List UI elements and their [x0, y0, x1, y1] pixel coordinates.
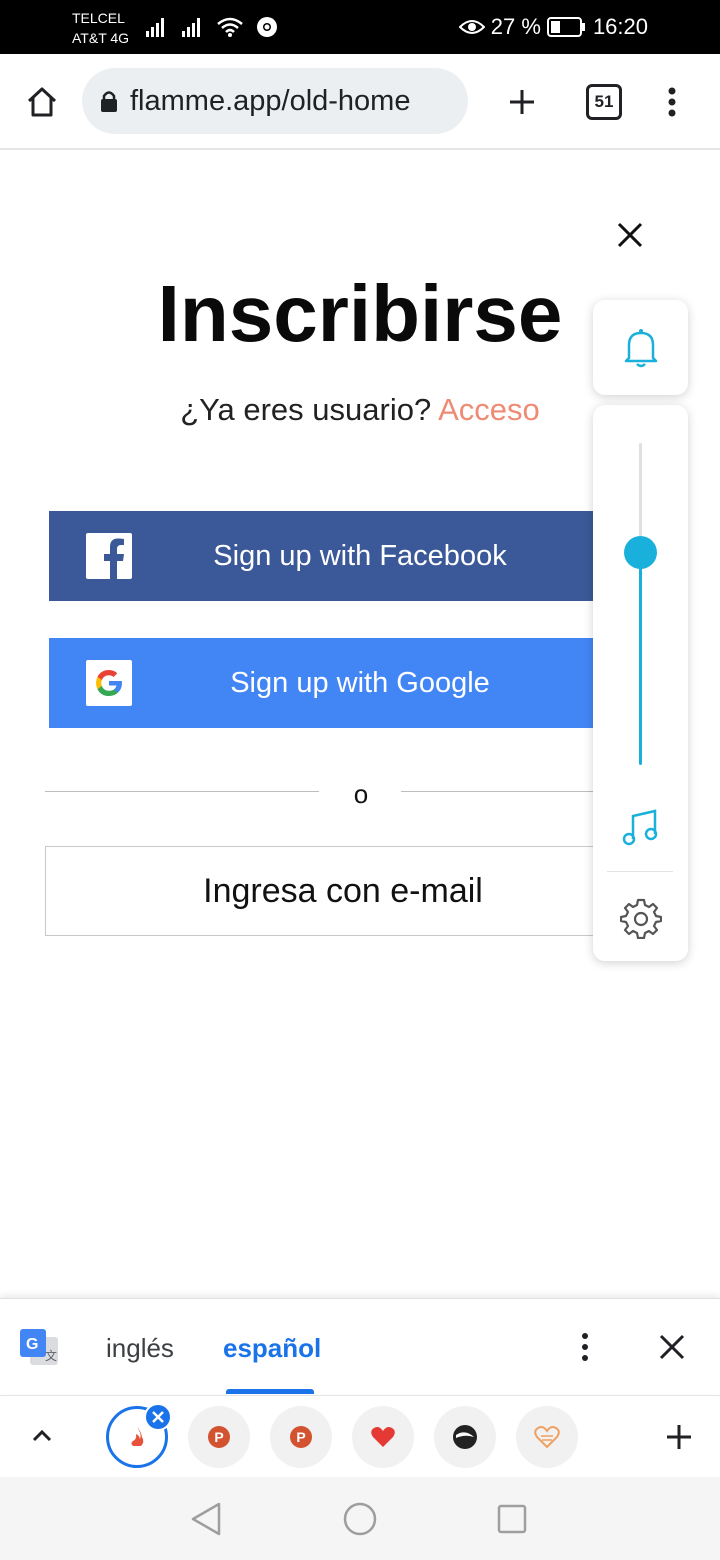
translate-bar: G文 inglés español — [0, 1298, 720, 1394]
new-tab-button[interactable] — [500, 80, 544, 124]
translate-menu-button[interactable] — [570, 1329, 600, 1365]
expand-tabs-button[interactable] — [26, 1420, 58, 1452]
close-icon — [152, 1411, 164, 1423]
p-favicon-icon: P — [208, 1426, 230, 1448]
browser-toolbar: flamme.app/old-home 51 — [0, 54, 720, 150]
login-link[interactable]: Acceso — [438, 392, 540, 427]
recents-square-icon — [497, 1504, 527, 1534]
p-favicon-icon: P — [290, 1426, 312, 1448]
heart-icon — [371, 1427, 395, 1447]
email-signup-button[interactable]: Ingresa con e-mail — [45, 846, 609, 936]
chrome-icon — [257, 17, 277, 37]
tab-strip: P P — [0, 1395, 720, 1477]
panel-separator — [607, 871, 673, 872]
status-right: 27 % 16:20 — [458, 12, 648, 42]
recents-button[interactable] — [492, 1499, 532, 1539]
plus-icon — [667, 1425, 691, 1449]
close-tab-button[interactable] — [144, 1403, 172, 1431]
close-signup-button[interactable] — [610, 215, 650, 255]
svg-text:文: 文 — [45, 1348, 57, 1363]
gear-icon[interactable] — [620, 897, 662, 939]
lock-icon — [101, 91, 117, 112]
volume-slider-fill — [639, 552, 642, 765]
google-icon — [86, 660, 132, 706]
home-icon — [27, 87, 57, 117]
battery-icon — [546, 17, 585, 37]
or-text: o — [353, 779, 369, 809]
existing-user-text: ¿Ya eres usuario? — [180, 392, 432, 427]
clock: 16:20 — [592, 14, 648, 39]
tab-item[interactable] — [434, 1406, 496, 1468]
eye-comfort-icon — [458, 20, 485, 34]
svg-text:G: G — [26, 1336, 38, 1353]
carrier-name-1: TELCEL — [72, 10, 125, 26]
home-nav-button[interactable] — [340, 1499, 380, 1539]
google-signup-label: Sign up with Google — [230, 666, 490, 699]
carrier-name-2: AT&T 4G — [72, 30, 130, 46]
home-circle-icon — [343, 1502, 377, 1536]
ringer-mode-button[interactable] — [593, 300, 688, 395]
url-text: flamme.app/old-home — [130, 84, 411, 117]
more-vert-icon — [582, 1333, 588, 1361]
back-triangle-icon — [191, 1502, 221, 1536]
signal-icon — [146, 18, 164, 37]
wifi-icon — [217, 17, 243, 37]
facebook-signup-button[interactable]: Sign up with Facebook — [49, 511, 609, 601]
dark-circle-favicon-icon — [453, 1425, 477, 1449]
bell-icon — [624, 328, 657, 367]
close-translate-button[interactable] — [654, 1329, 690, 1365]
divider-line-left — [45, 791, 319, 792]
heart-outline-favicon-icon — [534, 1426, 560, 1449]
plus-icon — [510, 90, 534, 114]
tab-switcher-button[interactable]: 51 — [586, 84, 622, 120]
chevron-up-icon — [32, 1429, 52, 1442]
address-bar[interactable]: flamme.app/old-home — [82, 68, 468, 134]
carrier-info: TELCEL AT&T 4G — [72, 8, 129, 48]
battery-percent: 27 % — [490, 14, 541, 39]
signal-icon — [182, 18, 200, 37]
close-icon — [659, 1334, 685, 1360]
divider-line-right — [401, 791, 609, 792]
google-signup-button[interactable]: Sign up with Google — [49, 638, 609, 728]
status-icons — [144, 14, 278, 40]
source-language-tab[interactable]: inglés — [106, 1333, 174, 1363]
home-button[interactable] — [20, 80, 64, 124]
back-button[interactable] — [186, 1499, 226, 1539]
tab-item[interactable]: P — [270, 1406, 332, 1468]
close-icon — [617, 222, 643, 248]
tab-item[interactable] — [352, 1406, 414, 1468]
screen: TELCEL AT&T 4G 27 % 16:20 flamme.app/old… — [0, 0, 720, 1560]
flamme-favicon-icon — [131, 1427, 144, 1446]
music-note-icon[interactable] — [620, 807, 660, 847]
volume-panel — [593, 405, 688, 961]
or-divider: o — [45, 780, 609, 808]
facebook-icon — [86, 533, 132, 579]
status-bar: TELCEL AT&T 4G 27 % 16:20 — [0, 0, 720, 54]
google-translate-icon: G文 — [20, 1329, 58, 1365]
add-tab-button[interactable] — [660, 1418, 698, 1456]
facebook-signup-label: Sign up with Facebook — [213, 539, 507, 572]
system-nav-bar — [0, 1477, 720, 1560]
selected-language-indicator — [226, 1389, 314, 1394]
browser-menu-button[interactable] — [656, 80, 688, 124]
more-vert-icon — [668, 87, 676, 117]
tab-item[interactable] — [516, 1406, 578, 1468]
email-signup-label: Ingresa con e-mail — [203, 871, 483, 910]
tab-item[interactable]: P — [188, 1406, 250, 1468]
tab-count: 51 — [594, 92, 614, 111]
volume-slider-thumb[interactable] — [624, 536, 657, 570]
target-language-tab[interactable]: español — [223, 1333, 321, 1363]
